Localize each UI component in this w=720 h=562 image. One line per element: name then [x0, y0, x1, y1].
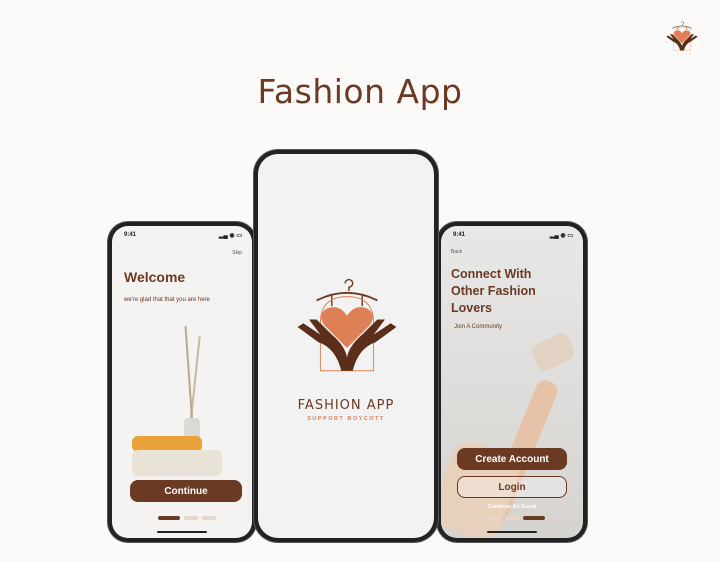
status-bar: 9:41 ▂▄ ◉ ▭: [453, 232, 573, 239]
brand-name: FASHION APP: [297, 398, 395, 413]
connect-heading: Connect With Other Fashion Lovers: [451, 267, 536, 315]
connect-phone: 9:41 ▂▄ ◉ ▭ Back Connect With Other Fashi…: [437, 222, 587, 542]
signal-battery-icon: ▂▄ ◉ ▭: [549, 233, 573, 239]
login-button[interactable]: Login: [457, 476, 567, 498]
skip-link[interactable]: Skip: [232, 250, 242, 256]
clothes-image: [132, 326, 232, 476]
corner-brand-logo: [664, 18, 700, 56]
continue-button[interactable]: Continue: [130, 480, 242, 502]
continue-as-guest-link[interactable]: Continue As Guest: [441, 504, 583, 510]
page-indicator: [487, 516, 545, 520]
brand-tagline: SUPPORT BOYCOTT: [307, 416, 385, 422]
page-indicator: [158, 516, 216, 520]
back-link[interactable]: Back: [451, 249, 462, 255]
page-title: Fashion App: [257, 72, 463, 111]
welcome-heading: Welcome: [124, 269, 186, 285]
status-bar: 9:41 ▂▄ ◉ ▭: [124, 232, 242, 239]
splash-phone: FASHION APP SUPPORT BOYCOTT: [254, 150, 438, 542]
signal-battery-icon: ▂▄ ◉ ▭: [218, 233, 242, 239]
welcome-phone: 9:41 ▂▄ ◉ ▭ Skip Welcome we're glad that …: [108, 222, 256, 542]
brand-logo: [290, 266, 404, 390]
welcome-subtitle: we're glad that that you are here: [124, 297, 210, 303]
create-account-button[interactable]: Create Account: [457, 448, 567, 470]
